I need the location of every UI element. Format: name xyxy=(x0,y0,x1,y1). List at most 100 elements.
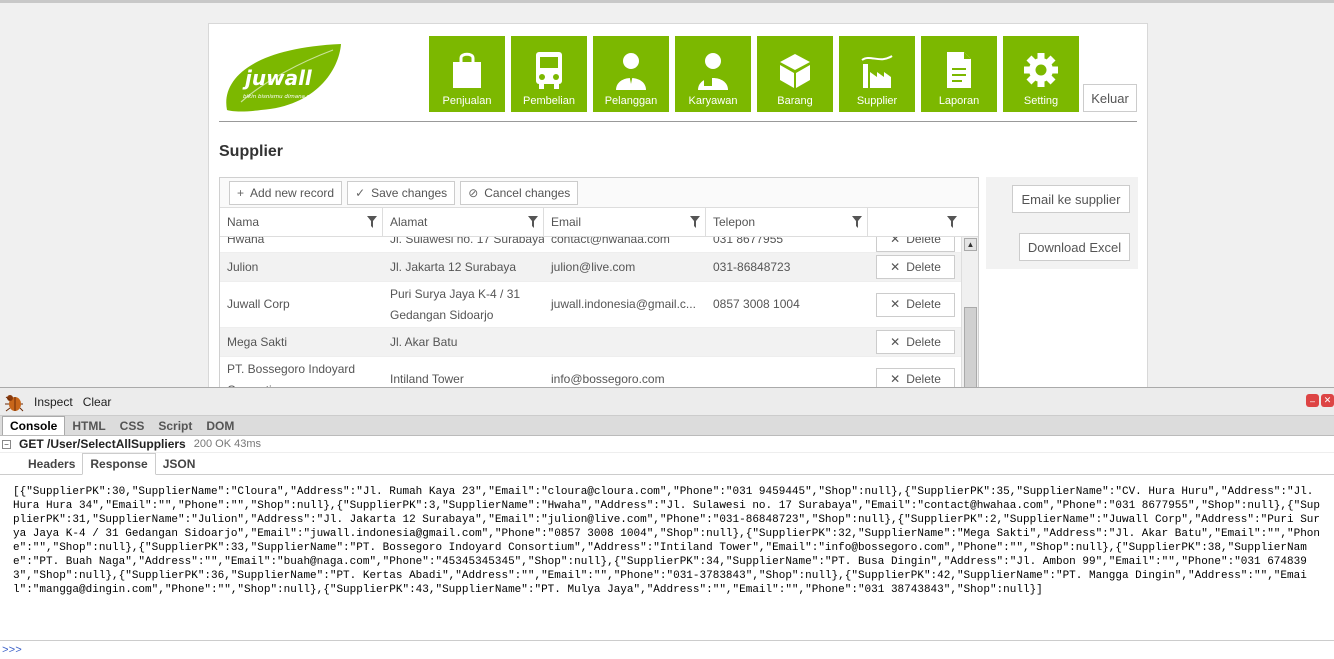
cell-telepon: 0857 3008 1004 xyxy=(713,297,800,311)
plus-icon: + xyxy=(237,185,245,200)
column-header-actions[interactable] xyxy=(868,208,962,236)
delete-button[interactable]: ✕ Delete xyxy=(876,367,955,387)
tab-headers[interactable]: Headers xyxy=(21,454,82,474)
main-nav: Penjualan Pembelian Pelanggan Karyawan B… xyxy=(429,36,1079,112)
firebug-bug-icon[interactable] xyxy=(4,392,24,412)
firebug-panel: Inspect Clear – ✕ Console HTML CSS Scrip… xyxy=(0,387,1334,659)
filter-icon[interactable] xyxy=(947,216,957,228)
nav-karyawan[interactable]: Karyawan xyxy=(675,36,751,112)
tab-dom[interactable]: DOM xyxy=(199,417,241,435)
save-changes-button[interactable]: ✓ Save changes xyxy=(347,180,456,205)
tab-css[interactable]: CSS xyxy=(113,417,152,435)
filter-icon[interactable] xyxy=(852,216,862,228)
column-header-telepon[interactable]: Telepon xyxy=(706,208,868,236)
logout-button[interactable]: Keluar xyxy=(1083,84,1137,112)
grid-toolbar: + Add new record ✓ Save changes ⊘ Cancel… xyxy=(220,178,978,208)
column-header-email[interactable]: Email xyxy=(544,208,706,236)
window-top-edge xyxy=(0,0,1334,3)
command-line-input[interactable]: >>> xyxy=(0,640,1334,659)
factory-icon xyxy=(861,55,893,88)
email-supplier-button[interactable]: Email ke supplier xyxy=(1012,185,1130,213)
delete-button[interactable]: ✕ Delete xyxy=(876,255,955,279)
juwall-logo[interactable]: juwall bikin bisnismu dimana saja xyxy=(221,40,345,116)
column-title: Telepon xyxy=(713,215,756,229)
table-row[interactable]: Julion Jl. Jakarta 12 Surabaya julion@li… xyxy=(220,253,962,282)
tab-script[interactable]: Script xyxy=(151,417,199,435)
employee-icon xyxy=(698,53,728,90)
nav-supplier[interactable]: Supplier xyxy=(839,36,915,112)
tab-json[interactable]: JSON xyxy=(156,454,203,474)
nav-label: Penjualan xyxy=(442,95,492,107)
report-icon xyxy=(947,52,971,88)
cell-email: juwall.indonesia@gmail.c... xyxy=(551,297,696,311)
inspect-button[interactable]: Inspect xyxy=(34,395,73,409)
cancel-changes-label: Cancel changes xyxy=(484,185,571,200)
nav-label: Barang xyxy=(777,95,813,107)
cell-nama: Hwaha xyxy=(227,237,265,246)
cell-telepon: 031-86848723 xyxy=(713,259,791,274)
nav-laporan[interactable]: Laporan xyxy=(921,36,997,112)
table-row[interactable]: Juwall Corp Puri Surya Jaya K-4 / 31 Ged… xyxy=(220,282,962,328)
cell-telepon xyxy=(706,328,868,356)
table-row[interactable]: Hwaha Jl. Sulawesi no. 17 Surabaya conta… xyxy=(220,237,962,253)
tab-html[interactable]: HTML xyxy=(65,417,112,435)
filter-icon[interactable] xyxy=(367,216,377,228)
response-body: [{"SupplierPK":30,"SupplierName":"Cloura… xyxy=(5,476,1329,620)
side-actions-panel: Email ke supplier Download Excel xyxy=(986,177,1138,269)
clear-button[interactable]: Clear xyxy=(83,395,112,409)
command-prompt: >>> xyxy=(2,644,22,657)
add-record-button[interactable]: + Add new record xyxy=(229,180,343,205)
close-icon: ✕ xyxy=(890,334,901,349)
collapse-icon[interactable]: − xyxy=(2,439,11,449)
delete-button[interactable]: ✕ Delete xyxy=(876,330,955,354)
cell-telepon: 031 8677955 xyxy=(713,237,784,246)
grid-scrollbar[interactable]: ▲ xyxy=(961,237,978,387)
brand-name: juwall xyxy=(242,66,313,90)
column-header-alamat[interactable]: Alamat xyxy=(383,208,544,236)
table-row[interactable]: PT. Bossegoro Indoyard Consortium Intila… xyxy=(220,357,962,387)
tab-response[interactable]: Response xyxy=(82,453,156,475)
cell-alamat: Puri Surya Jaya K-4 / 31 Gedangan Sidoar… xyxy=(390,286,521,322)
tab-console[interactable]: Console xyxy=(2,416,66,435)
scroll-up-arrow-icon[interactable]: ▲ xyxy=(964,238,977,251)
cell-alamat: Intiland Tower xyxy=(390,372,464,386)
close-icon: ✕ xyxy=(890,259,901,274)
column-header-nama[interactable]: Nama xyxy=(220,208,383,236)
nav-pembelian[interactable]: Pembelian xyxy=(511,36,587,112)
close-icon: ✕ xyxy=(890,297,901,311)
cell-email: info@bossegoro.com xyxy=(551,372,665,386)
cancel-changes-button[interactable]: ⊘ Cancel changes xyxy=(460,180,579,205)
nav-setting[interactable]: Setting xyxy=(1003,36,1079,112)
delete-button[interactable]: ✕ Delete xyxy=(876,237,955,252)
close-icon[interactable]: ✕ xyxy=(1321,394,1334,407)
cell-alamat: Jl. Sulawesi no. 17 Surabaya xyxy=(390,237,544,246)
column-title: Nama xyxy=(227,215,260,229)
page-title: Supplier xyxy=(219,143,284,160)
filter-icon[interactable] xyxy=(528,216,538,228)
minimize-icon[interactable]: – xyxy=(1306,394,1319,407)
gear-icon xyxy=(1024,53,1058,87)
nav-label: Pembelian xyxy=(523,95,575,107)
close-icon: ✕ xyxy=(890,237,901,246)
request-status: 200 OK 43ms xyxy=(193,438,261,450)
grid-body[interactable]: Hwaha Jl. Sulawesi no. 17 Surabaya conta… xyxy=(220,237,978,387)
request-url: GET /User/SelectAllSuppliers xyxy=(19,437,186,451)
shopping-bag-icon xyxy=(453,52,481,88)
cell-email xyxy=(544,328,706,356)
delete-button[interactable]: ✕ Delete xyxy=(876,292,955,317)
header-divider xyxy=(219,121,1137,122)
nav-penjualan[interactable]: Penjualan xyxy=(429,36,505,112)
grid-header: Nama Alamat Email Telepon xyxy=(220,208,978,237)
cell-nama: Juwall Corp xyxy=(227,297,290,311)
firebug-toolbar: Inspect Clear xyxy=(0,388,1334,416)
table-row[interactable]: Mega Sakti Jl. Akar Batu ✕ Delete xyxy=(220,328,962,357)
scrollbar-thumb[interactable] xyxy=(964,307,977,387)
download-excel-button[interactable]: Download Excel xyxy=(1019,233,1130,261)
nav-label: Karyawan xyxy=(688,95,738,107)
filter-icon[interactable] xyxy=(690,216,700,228)
nav-pelanggan[interactable]: Pelanggan xyxy=(593,36,669,112)
nav-barang[interactable]: Barang xyxy=(757,36,833,112)
cell-email: julion@live.com xyxy=(551,259,636,274)
truck-icon xyxy=(536,52,562,89)
request-row[interactable]: − GET /User/SelectAllSuppliers 200 OK 43… xyxy=(0,436,1334,453)
